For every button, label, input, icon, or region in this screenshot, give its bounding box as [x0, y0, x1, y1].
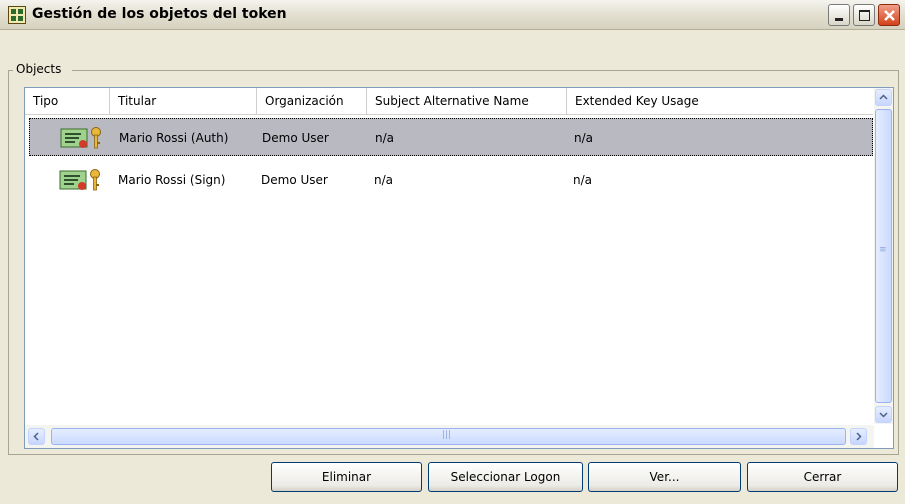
- list-row[interactable]: Mario Rossi (Sign) Demo User n/a n/a: [29, 161, 873, 199]
- certificate-key-icon: [59, 169, 100, 191]
- cell-extended-key-usage: n/a: [574, 131, 594, 145]
- cell-extended-key-usage: n/a: [573, 173, 593, 187]
- cell-subject-alternative-name: n/a: [375, 131, 395, 145]
- cell-organizacion: Demo User: [262, 131, 329, 145]
- cell-organizacion: Demo User: [261, 173, 328, 187]
- vertical-scrollbar[interactable]: ≡: [874, 88, 893, 424]
- column-header-tipo[interactable]: Tipo: [25, 88, 110, 114]
- horizontal-scrollbar[interactable]: |||: [25, 425, 874, 448]
- ver-button[interactable]: Ver...: [588, 462, 741, 492]
- vertical-scroll-thumb[interactable]: ≡: [875, 109, 892, 403]
- chevron-down-icon: [879, 412, 888, 418]
- column-header-extended-key-usage[interactable]: Extended Key Usage: [567, 88, 873, 114]
- minimize-button[interactable]: [828, 4, 850, 26]
- close-button[interactable]: [878, 4, 900, 26]
- token-objects-window: Gestión de los objetos del token Objects…: [0, 0, 905, 504]
- list-header: Tipo Titular Organización Subject Altern…: [25, 88, 873, 115]
- maximize-button[interactable]: [853, 4, 875, 26]
- scroll-up-button[interactable]: [875, 89, 892, 106]
- cell-titular: Mario Rossi (Auth): [119, 131, 229, 145]
- maximize-icon: [859, 10, 870, 21]
- seleccionar-logon-button[interactable]: Seleccionar Logon: [428, 462, 583, 492]
- cerrar-button[interactable]: Cerrar: [747, 462, 898, 492]
- app-icon: [8, 6, 26, 24]
- cell-titular: Mario Rossi (Sign): [118, 173, 226, 187]
- chevron-left-icon: [33, 432, 39, 441]
- grip-icon: |||: [442, 430, 452, 440]
- objects-list[interactable]: Tipo Titular Organización Subject Altern…: [24, 87, 894, 449]
- window-title: Gestión de los objetos del token: [32, 6, 287, 22]
- grip-icon: ≡: [879, 245, 887, 255]
- chevron-up-icon: [879, 94, 888, 100]
- scroll-right-button[interactable]: [850, 428, 867, 445]
- chevron-right-icon: [856, 432, 862, 441]
- objects-group-label: Objects: [13, 62, 65, 76]
- scroll-left-button[interactable]: [28, 428, 45, 445]
- column-header-organizacion[interactable]: Organización: [257, 88, 367, 114]
- list-row[interactable]: Mario Rossi (Auth) Demo User n/a n/a: [29, 118, 873, 156]
- eliminar-button[interactable]: Eliminar: [271, 462, 422, 492]
- title-bar[interactable]: Gestión de los objetos del token: [0, 0, 905, 30]
- scroll-down-button[interactable]: [875, 406, 892, 423]
- column-header-titular[interactable]: Titular: [110, 88, 257, 114]
- certificate-key-icon: [60, 127, 101, 149]
- minimize-icon: [835, 18, 843, 21]
- cell-subject-alternative-name: n/a: [374, 173, 394, 187]
- column-header-subject-alternative-name[interactable]: Subject Alternative Name: [367, 88, 567, 114]
- horizontal-scroll-thumb[interactable]: |||: [51, 428, 846, 445]
- close-icon: [884, 10, 895, 21]
